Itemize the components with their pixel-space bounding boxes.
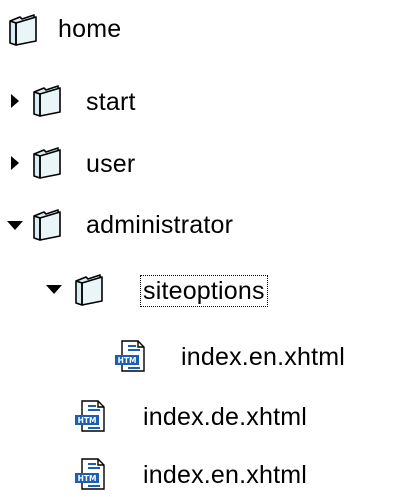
tree-node-file[interactable]: HTM index.en.xhtml <box>0 334 390 378</box>
tree-node-administrator[interactable]: administrator <box>0 203 320 247</box>
collapse-arrow-icon[interactable] <box>4 214 26 236</box>
htm-file-icon: HTM <box>112 338 148 374</box>
tree-node-label[interactable]: user <box>86 149 135 179</box>
htm-file-icon: HTM <box>72 456 108 492</box>
tree-node-start[interactable]: start <box>0 79 220 123</box>
tree-node-label[interactable]: index.de.xhtml <box>143 402 307 432</box>
folder-icon <box>6 12 42 48</box>
expand-arrow-icon[interactable] <box>4 90 26 112</box>
svg-text:HTM: HTM <box>78 474 97 483</box>
tree-node-label[interactable]: home <box>58 14 121 44</box>
file-tree: home start user administrator siteoption… <box>0 0 401 497</box>
folder-icon <box>30 145 66 181</box>
tree-node-home[interactable]: home <box>0 8 200 52</box>
tree-node-file[interactable]: HTM index.de.xhtml <box>0 394 390 438</box>
tree-node-label[interactable]: index.en.xhtml <box>143 460 307 490</box>
tree-node-label[interactable]: start <box>86 87 136 117</box>
svg-text:HTM: HTM <box>118 356 137 365</box>
svg-text:HTM: HTM <box>78 416 97 425</box>
folder-icon <box>30 207 66 243</box>
tree-node-user[interactable]: user <box>0 141 220 185</box>
tree-node-siteoptions[interactable]: siteoptions <box>0 268 340 312</box>
folder-icon <box>30 83 66 119</box>
folder-icon <box>72 272 108 308</box>
tree-node-label[interactable]: siteoptions <box>140 275 268 307</box>
tree-node-label[interactable]: index.en.xhtml <box>181 342 345 372</box>
expand-arrow-icon[interactable] <box>4 152 26 174</box>
collapse-arrow-icon[interactable] <box>43 278 65 300</box>
htm-file-icon: HTM <box>72 398 108 434</box>
tree-node-label[interactable]: administrator <box>86 210 233 240</box>
tree-node-file[interactable]: HTM index.en.xhtml <box>0 452 390 496</box>
